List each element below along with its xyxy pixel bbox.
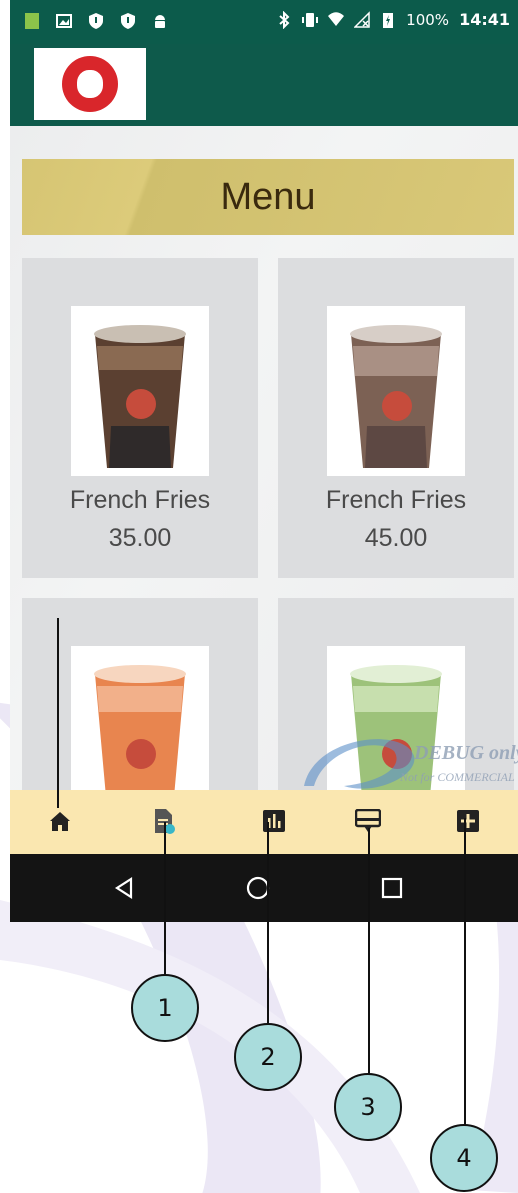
nav-add-button[interactable] [454,806,482,836]
logo-emblem [62,56,118,112]
callout-marker-4: 4 [430,1124,498,1192]
phone-screen: 100% 14:41 Menu French Fries 35.00 Frenc… [10,0,518,922]
system-navigation-bar [10,854,518,922]
callout-marker-3: 3 [334,1073,402,1141]
vibrate-icon [302,12,319,27]
system-home-button[interactable] [242,872,274,904]
system-back-button[interactable] [108,872,140,904]
android-debug-icon [155,15,165,28]
status-bar: 100% 14:41 [10,0,518,44]
iced-drink-icon [94,325,186,468]
menu-banner: Menu [22,159,514,235]
nav-documents-button[interactable] [150,806,178,836]
watermark-subtext: Not for COMMERCIAL [400,770,515,784]
menu-item-card[interactable]: French Fries 35.00 [22,258,258,578]
menu-item-name: French Fries [325,486,467,514]
shield-notification-icon [89,13,103,29]
watermark-text: DEBUG only [414,742,518,764]
nav-display-button[interactable] [354,806,382,836]
drink-image [327,306,465,476]
recent-apps-icon [381,877,403,899]
menu-item-name: French Fries [69,486,211,514]
image-notification-icon [56,14,72,28]
nav-home-button[interactable] [46,806,74,836]
display-screen-icon [355,809,381,832]
back-icon [114,876,133,900]
grand-coffee-boy-logo[interactable] [34,48,146,120]
menu-title: Menu [220,175,316,218]
menu-item-card[interactable]: French Fries 45.00 [278,258,514,578]
bottom-navigation [10,790,518,854]
nav-report-button[interactable] [260,806,288,836]
clock-time: 14:41 [459,10,510,29]
bluetooth-icon [279,10,290,29]
system-recent-apps-button[interactable] [376,872,408,904]
report-chart-icon [263,810,285,832]
home-circle-icon [246,876,270,900]
battery-charging-icon [383,12,394,28]
callout-marker-1: 1 [131,974,199,1042]
app-bar [10,44,518,126]
document-sync-icon [155,809,175,834]
shield-notification-icon [121,13,135,29]
menu-content: Menu French Fries 35.00 French Fries 45.… [10,126,518,918]
menu-item-price: 45.00 [364,524,428,552]
notification-icons [24,12,168,30]
callout-marker-2: 2 [234,1023,302,1091]
no-signal-icon [354,10,370,28]
iced-drink-icon [350,325,442,468]
battery-percent: 100% [406,10,450,29]
logo-mascot-icon [77,70,103,98]
system-status: 100% 14:41 [276,10,510,29]
add-square-icon [457,810,479,832]
drink-image [71,306,209,476]
menu-item-price: 35.00 [108,524,172,552]
wifi-icon [328,11,345,26]
home-icon [50,812,70,831]
sim-notification-icon [25,13,39,29]
